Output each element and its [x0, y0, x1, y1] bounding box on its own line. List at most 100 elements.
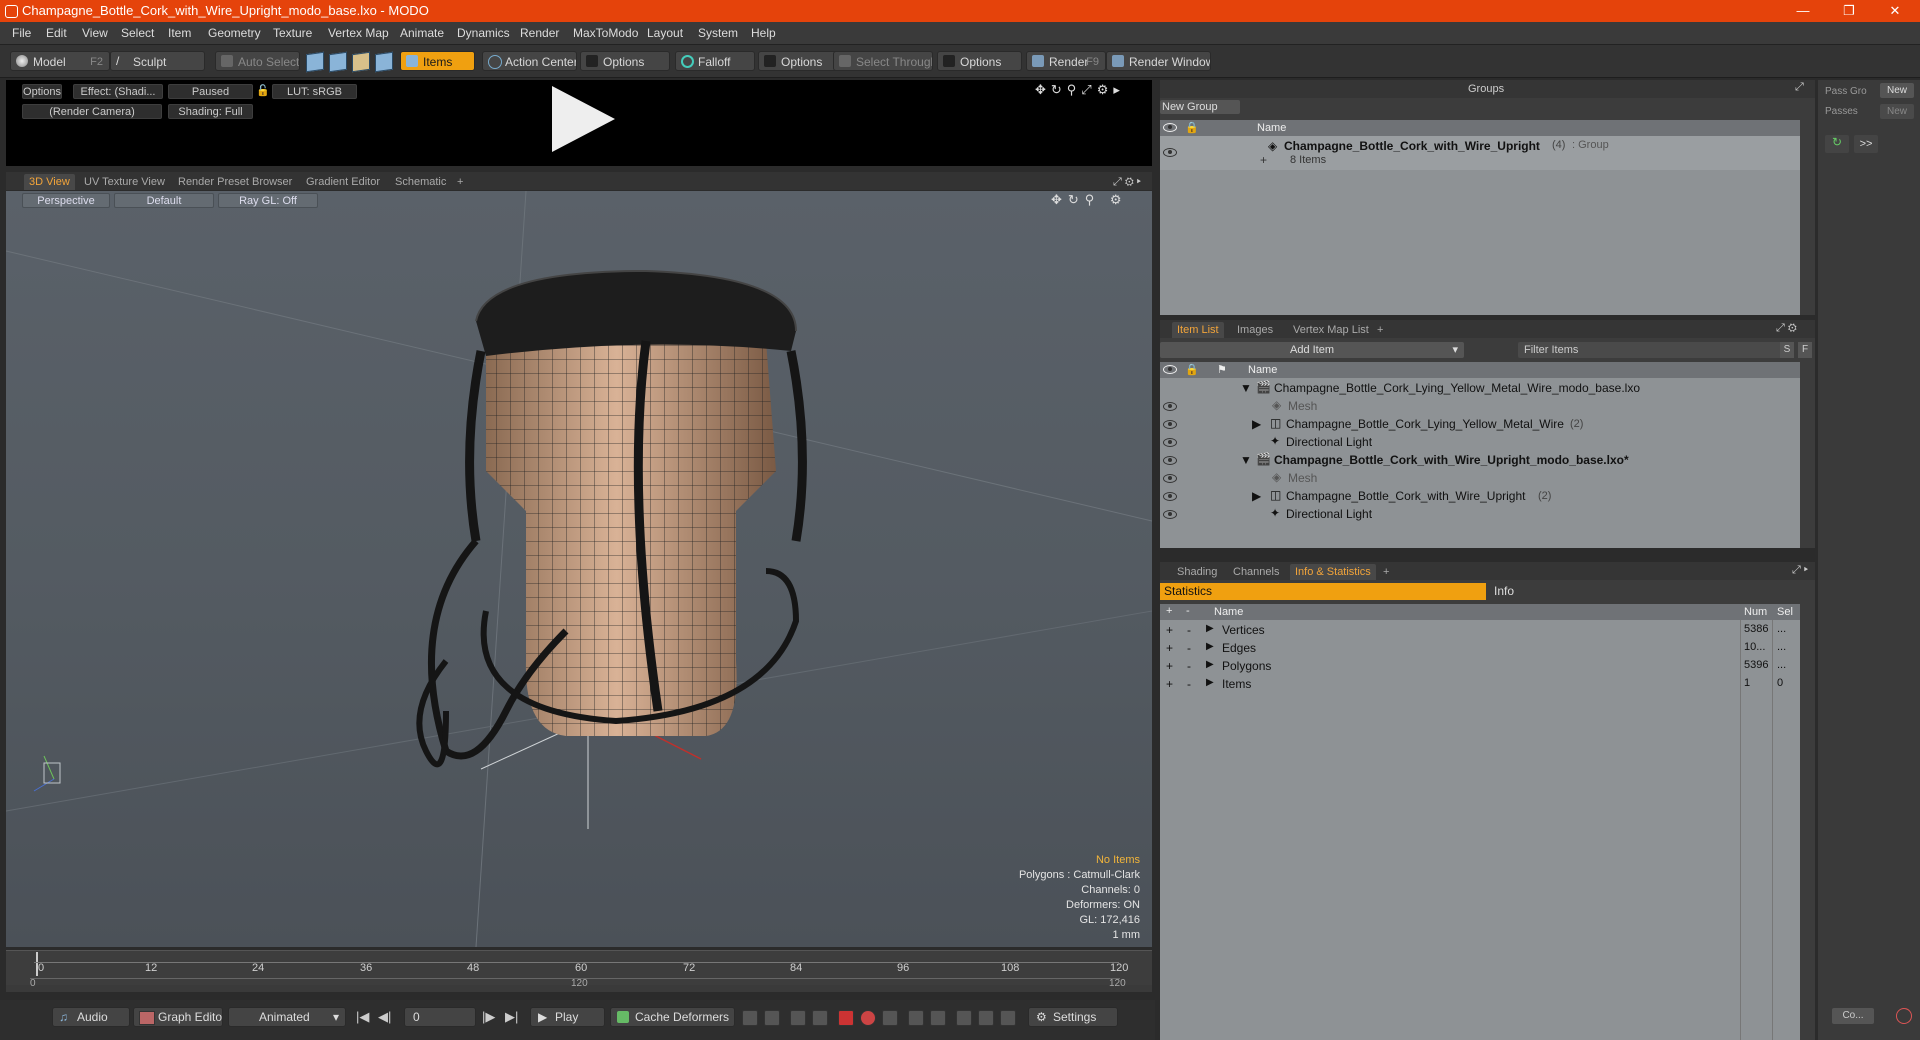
- play-preview-icon[interactable]: [552, 86, 615, 152]
- item-tree[interactable]: 🔒 ⚑ Name ▼ 🎬 Champagne_Bottle_Cork_Lying…: [1160, 362, 1800, 548]
- add-icon[interactable]: +: [1166, 659, 1173, 673]
- action-center-options-button[interactable]: Options: [580, 51, 670, 71]
- collapse-triangle-icon[interactable]: ▼: [1240, 453, 1252, 467]
- settings-button[interactable]: ⚙ Settings: [1028, 1007, 1118, 1027]
- step-forward-icon[interactable]: |▶: [482, 1009, 495, 1025]
- preview-options-button[interactable]: Options: [22, 84, 62, 99]
- add-item-button[interactable]: Add Item ▾: [1160, 342, 1464, 358]
- step-back-icon[interactable]: ◀|: [378, 1009, 391, 1025]
- eye-icon[interactable]: [1163, 492, 1177, 501]
- expand-icon[interactable]: ⤢ ▸: [1792, 564, 1808, 577]
- expand-triangle-icon[interactable]: ▶: [1252, 417, 1261, 431]
- materials-mode-icon[interactable]: [375, 51, 393, 73]
- stop-icon[interactable]: [1896, 1008, 1912, 1024]
- vertices-mode-icon[interactable]: [306, 51, 324, 73]
- expand-group-icon[interactable]: +: [1260, 153, 1267, 167]
- menu-vertex-map[interactable]: Vertex Map: [328, 26, 389, 40]
- next-key-icon[interactable]: [812, 1010, 828, 1026]
- sculpt-mode-button[interactable]: / Sculpt: [110, 51, 205, 71]
- item-row-group2[interactable]: ▶ ◫ Champagne_Bottle_Cork_with_Wire_Upri…: [1160, 487, 1800, 505]
- preview-lut-dropdown[interactable]: LUT: sRGB: [272, 84, 357, 99]
- expand-triangle-icon[interactable]: ▶: [1206, 623, 1214, 634]
- collapse-triangle-icon[interactable]: ▼: [1240, 381, 1252, 395]
- eye-icon[interactable]: [1163, 438, 1177, 447]
- group-row[interactable]: ◈ Champagne_Bottle_Cork_with_Wire_Uprigh…: [1160, 136, 1800, 170]
- add-tab-button[interactable]: +: [1372, 322, 1388, 338]
- preview-paused-button[interactable]: Paused: [168, 84, 253, 99]
- panel-settings-icon[interactable]: ⤢ ⚙: [1776, 322, 1797, 335]
- add-tab-button[interactable]: +: [452, 174, 468, 190]
- graph-editor-button[interactable]: Graph Editor: [133, 1007, 223, 1027]
- channel-clear-icon[interactable]: [1000, 1010, 1016, 1026]
- remove-icon[interactable]: -: [1187, 677, 1191, 691]
- animated-dropdown[interactable]: Animated ▾: [228, 1007, 346, 1027]
- close-button[interactable]: ✕: [1872, 0, 1918, 22]
- menu-texture[interactable]: Texture: [273, 26, 312, 40]
- stat-row-vertices[interactable]: + - ▶ Vertices 5386 ...: [1160, 621, 1810, 639]
- tab-uv-texture-view[interactable]: UV Texture View: [79, 174, 170, 190]
- menu-system[interactable]: System: [698, 26, 738, 40]
- falloff-button[interactable]: Falloff: [675, 51, 755, 71]
- add-icon[interactable]: +: [1166, 677, 1173, 691]
- timeline[interactable]: 0 12 24 36 48 60 72 84 96 108 120 0 120 …: [6, 950, 1152, 992]
- more-button[interactable]: >>: [1854, 135, 1878, 153]
- 3d-viewport[interactable]: Perspective Default Ray GL: Off ✥↻⚲ ⚙ No…: [6, 191, 1152, 947]
- frame-field[interactable]: 0: [404, 1007, 476, 1027]
- action-center-button[interactable]: Action Center: [482, 51, 577, 71]
- tab-3d-view[interactable]: 3D View: [24, 174, 75, 190]
- range-start[interactable]: 0: [30, 978, 36, 989]
- f-filter-button[interactable]: F: [1798, 342, 1812, 358]
- add-icon[interactable]: +: [1166, 641, 1173, 655]
- falloff-options-button[interactable]: Options: [758, 51, 838, 71]
- menu-view[interactable]: View: [82, 26, 108, 40]
- edges-mode-icon[interactable]: [329, 51, 347, 73]
- tab-info-statistics[interactable]: Info & Statistics: [1290, 564, 1376, 580]
- menu-maxtomodo[interactable]: MaxToModo: [573, 26, 638, 40]
- menu-layout[interactable]: Layout: [647, 26, 683, 40]
- menu-item[interactable]: Item: [168, 26, 191, 40]
- channel-link-icon[interactable]: [978, 1010, 994, 1026]
- menu-select[interactable]: Select: [121, 26, 154, 40]
- menu-help[interactable]: Help: [751, 26, 776, 40]
- item-row-scene1[interactable]: ▼ 🎬 Champagne_Bottle_Cork_Lying_Yellow_M…: [1160, 379, 1800, 397]
- channel-icon[interactable]: [956, 1010, 972, 1026]
- auto-select-button[interactable]: Auto Select: [215, 51, 300, 71]
- groups-list[interactable]: 🔒 Name ◈ Champagne_Bottle_Cork_with_Wire…: [1160, 120, 1800, 315]
- tab-schematic[interactable]: Schematic: [390, 174, 451, 190]
- viewport-expand-icon[interactable]: ⤢ ⚙ ▸: [1108, 174, 1146, 190]
- refresh-icon[interactable]: ↻: [1825, 135, 1849, 153]
- select-through-options-button[interactable]: Options: [937, 51, 1022, 71]
- items-mode-button[interactable]: Items: [400, 51, 475, 71]
- collapse-button[interactable]: Co...: [1832, 1008, 1874, 1024]
- render-window-button[interactable]: Render Window: [1106, 51, 1211, 71]
- add-tab-button[interactable]: +: [1378, 564, 1394, 580]
- new-pass-button[interactable]: New: [1880, 104, 1914, 119]
- eye-icon[interactable]: [1163, 474, 1177, 483]
- tab-shading[interactable]: Shading: [1172, 564, 1222, 580]
- prev-marker-icon[interactable]: [908, 1010, 924, 1026]
- new-group-button[interactable]: New Group: [1160, 100, 1240, 114]
- preview-camera-dropdown[interactable]: (Render Camera): [22, 104, 162, 119]
- menu-dynamics[interactable]: Dynamics: [457, 26, 510, 40]
- next-marker-icon[interactable]: [930, 1010, 946, 1026]
- remove-icon[interactable]: -: [1187, 623, 1191, 637]
- eye-icon[interactable]: [1163, 456, 1177, 465]
- add-icon[interactable]: +: [1166, 623, 1173, 637]
- expand-triangle-icon[interactable]: ▶: [1206, 641, 1214, 652]
- range-end[interactable]: 120: [1109, 978, 1126, 989]
- item-row-light1[interactable]: ✦ Directional Light: [1160, 433, 1800, 451]
- item-row-group1[interactable]: ▶ ◫ Champagne_Bottle_Cork_Lying_Yellow_M…: [1160, 415, 1800, 433]
- tab-item-list[interactable]: Item List: [1172, 322, 1224, 338]
- lock-icon[interactable]: 🔓: [256, 84, 268, 99]
- stat-row-items[interactable]: + - ▶ Items 1 0: [1160, 675, 1810, 693]
- item-row-light2[interactable]: ✦ Directional Light: [1160, 505, 1800, 523]
- prev-key-icon[interactable]: [790, 1010, 806, 1026]
- preview-effect-dropdown[interactable]: Effect: (Shadi...: [73, 84, 163, 99]
- item-row-scene2[interactable]: ▼ 🎬 Champagne_Bottle_Cork_with_Wire_Upri…: [1160, 451, 1800, 469]
- cache-deformers-button[interactable]: Cache Deformers: [610, 1007, 735, 1027]
- minimize-button[interactable]: —: [1780, 0, 1826, 22]
- skip-start-icon[interactable]: |◀: [356, 1009, 369, 1025]
- eye-icon[interactable]: [1163, 510, 1177, 519]
- set-key-icon[interactable]: [838, 1010, 854, 1026]
- remove-icon[interactable]: -: [1187, 659, 1191, 673]
